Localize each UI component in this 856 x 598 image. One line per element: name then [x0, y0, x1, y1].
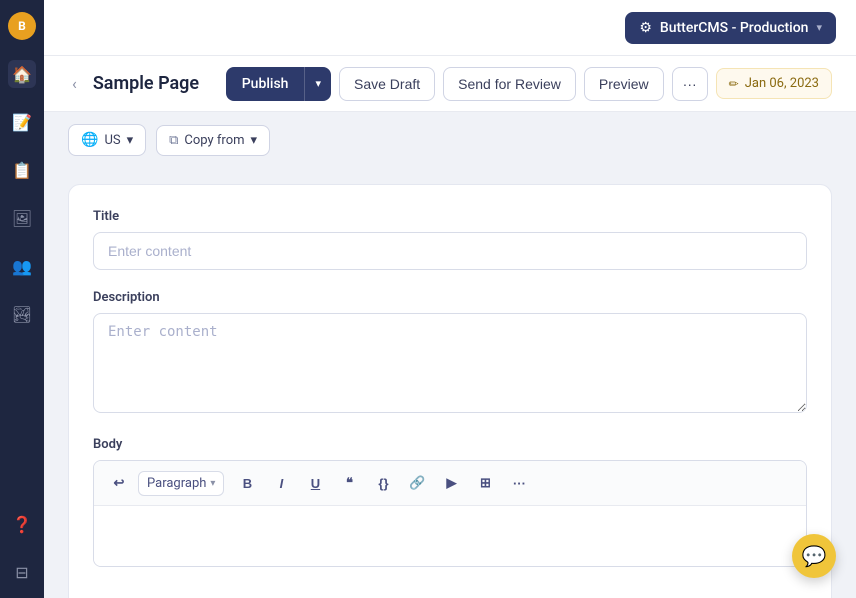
- main-content: ⚙ ButterCMS - Production ▾ ‹ Sample Page…: [44, 0, 856, 598]
- sidebar-item-collections[interactable]: 📋: [8, 156, 36, 184]
- preview-button[interactable]: Preview: [584, 67, 664, 101]
- undo-button[interactable]: ↩: [104, 469, 134, 497]
- form-card: Title Description Body ↩ Paragraph ▾: [68, 184, 832, 598]
- copy-from-label: Copy from: [184, 133, 244, 148]
- save-draft-button[interactable]: Save Draft: [339, 67, 435, 101]
- pencil-icon: ✏: [729, 77, 739, 91]
- env-icon: ⚙: [639, 20, 652, 36]
- chat-button[interactable]: 💬: [792, 534, 836, 578]
- sidebar: B 🏠 📝 📋 🖼 👥 🏞 ❓ ⊟: [0, 0, 44, 598]
- more-options-button[interactable]: ···: [672, 67, 708, 101]
- sidebar-item-images[interactable]: 🏞: [8, 300, 36, 328]
- image-button[interactable]: ⊞: [470, 469, 500, 497]
- copy-icon: ⧉: [169, 133, 178, 148]
- locale-code: US: [104, 133, 120, 148]
- description-label: Description: [93, 290, 807, 305]
- body-label: Body: [93, 437, 807, 452]
- title-input[interactable]: [93, 232, 807, 270]
- locale-chevron-icon: ▾: [127, 133, 134, 148]
- sidebar-item-home[interactable]: 🏠: [8, 60, 36, 88]
- publish-button[interactable]: Publish ▾: [226, 67, 331, 101]
- globe-icon: 🌐: [81, 132, 98, 148]
- description-group: Description: [93, 290, 807, 417]
- env-label: ButterCMS - Production: [660, 20, 809, 36]
- locale-selector[interactable]: 🌐 US ▾: [68, 124, 146, 156]
- rich-text-editor: ↩ Paragraph ▾ B I U ❝ {} 🔗 ▶ ⊞ ···: [93, 460, 807, 567]
- quote-button[interactable]: ❝: [334, 469, 364, 497]
- paragraph-label: Paragraph: [147, 476, 206, 491]
- publish-dropdown-arrow[interactable]: ▾: [305, 68, 331, 99]
- content-area: Title Description Body ↩ Paragraph ▾: [44, 168, 856, 598]
- link-button[interactable]: 🔗: [402, 469, 432, 497]
- env-selector[interactable]: ⚙ ButterCMS - Production ▾: [625, 12, 836, 44]
- sidebar-item-help[interactable]: ❓: [8, 510, 36, 538]
- sidebar-item-pages[interactable]: 📝: [8, 108, 36, 136]
- back-button[interactable]: ‹: [68, 70, 81, 97]
- paragraph-format-select[interactable]: Paragraph ▾: [138, 471, 224, 496]
- copy-from-button[interactable]: ⧉ Copy from ▾: [156, 125, 270, 156]
- page-title: Sample Page: [93, 73, 214, 94]
- page-header: ‹ Sample Page Publish ▾ Save Draft Send …: [44, 56, 856, 112]
- editor-body[interactable]: [94, 506, 806, 566]
- chevron-down-icon: ▾: [816, 21, 822, 34]
- date-badge: ✏ Jan 06, 2023: [716, 68, 832, 99]
- title-label: Title: [93, 209, 807, 224]
- topbar: ⚙ ButterCMS - Production ▾: [44, 0, 856, 56]
- action-buttons: Publish ▾ Save Draft Send for Review Pre…: [226, 67, 832, 101]
- sidebar-item-media[interactable]: 🖼: [8, 204, 36, 232]
- bold-button[interactable]: B: [232, 469, 262, 497]
- media-button[interactable]: ▶: [436, 469, 466, 497]
- body-group: Body ↩ Paragraph ▾ B I U ❝ {} 🔗: [93, 437, 807, 567]
- title-group: Title: [93, 209, 807, 270]
- code-button[interactable]: {}: [368, 469, 398, 497]
- publish-label[interactable]: Publish: [226, 67, 306, 101]
- sidebar-item-grid[interactable]: ⊟: [8, 558, 36, 586]
- locale-bar: 🌐 US ▾ ⧉ Copy from ▾: [44, 112, 856, 168]
- chat-icon: 💬: [802, 544, 827, 568]
- date-label: Jan 06, 2023: [745, 76, 819, 91]
- description-input[interactable]: [93, 313, 807, 413]
- send-for-review-button[interactable]: Send for Review: [443, 67, 576, 101]
- sidebar-item-users[interactable]: 👥: [8, 252, 36, 280]
- underline-button[interactable]: U: [300, 469, 330, 497]
- copy-from-chevron-icon: ▾: [251, 133, 258, 148]
- paragraph-chevron-icon: ▾: [210, 478, 215, 489]
- italic-button[interactable]: I: [266, 469, 296, 497]
- more-toolbar-button[interactable]: ···: [504, 469, 534, 497]
- editor-toolbar: ↩ Paragraph ▾ B I U ❝ {} 🔗 ▶ ⊞ ···: [94, 461, 806, 506]
- avatar: B: [8, 12, 36, 40]
